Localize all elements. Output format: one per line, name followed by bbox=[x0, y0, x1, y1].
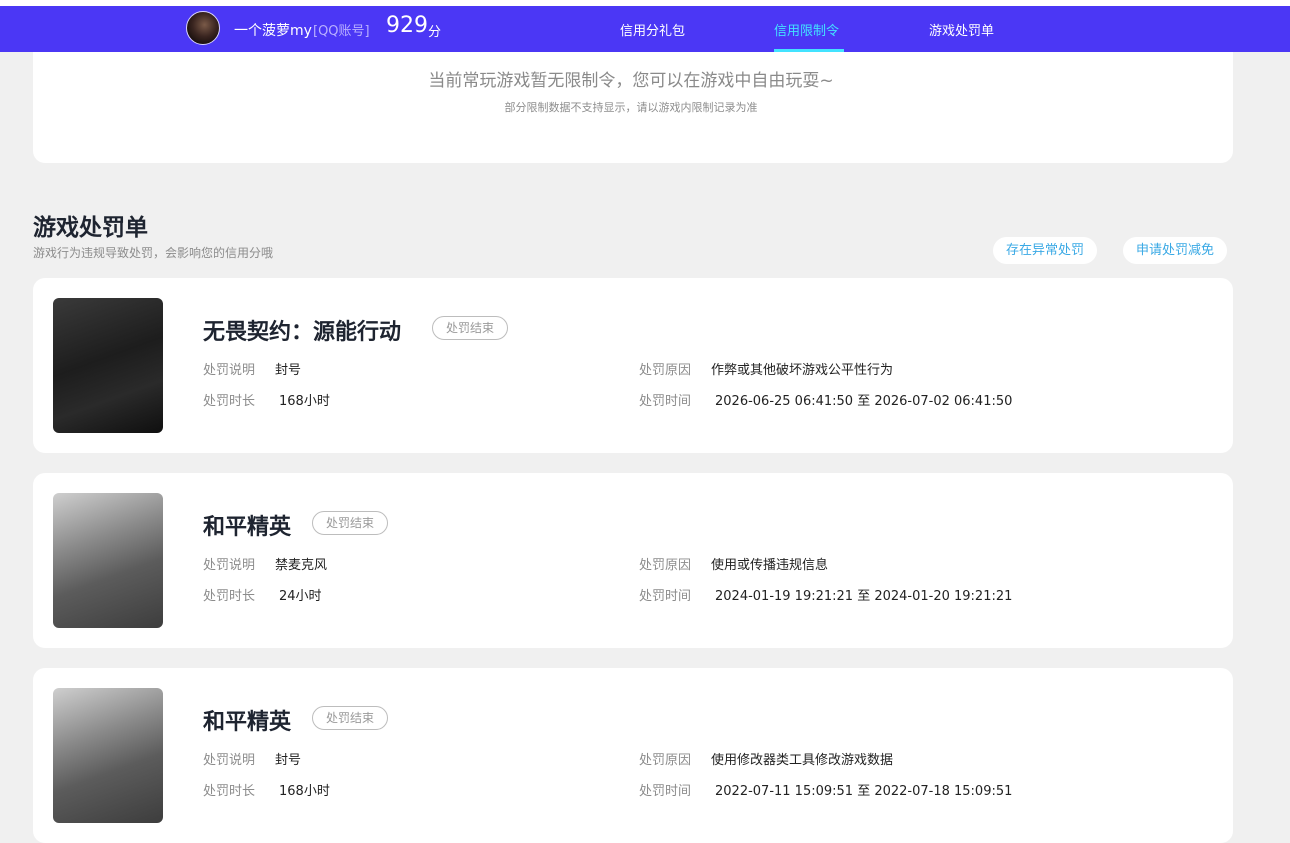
request-reduction-button[interactable]: 申请处罚减免 bbox=[1123, 237, 1228, 264]
penalty-reason-value: 使用修改器类工具修改游戏数据 bbox=[711, 753, 894, 768]
penalty-desc-label: 处罚说明 bbox=[203, 363, 256, 378]
penalty-duration-value: 24小时 bbox=[279, 589, 322, 604]
penalty-time-label: 处罚时间 bbox=[639, 394, 692, 409]
penalty-desc-value: 禁麦克风 bbox=[275, 558, 328, 573]
tab-credit-gift[interactable]: 信用分礼包 bbox=[620, 20, 685, 39]
top-nav-bar: 一个菠萝my [QQ账号] 929 分 信用分礼包 信用限制令 游戏处罚单 bbox=[0, 6, 1290, 52]
penalty-time-label: 处罚时间 bbox=[639, 784, 692, 799]
penalty-desc-value: 封号 bbox=[275, 753, 302, 768]
game-cover-image bbox=[53, 298, 163, 433]
status-badge: 处罚结束 bbox=[432, 316, 509, 340]
username: 一个菠萝my bbox=[234, 23, 312, 39]
penalty-desc-label: 处罚说明 bbox=[203, 558, 256, 573]
account-type: [QQ账号] bbox=[313, 24, 370, 39]
penalty-duration-label: 处罚时长 bbox=[203, 394, 256, 409]
penalty-duration-label: 处罚时长 bbox=[203, 784, 256, 799]
penalty-reason-value: 使用或传播违规信息 bbox=[711, 558, 829, 573]
penalty-time-label: 处罚时间 bbox=[639, 589, 692, 604]
abnormal-penalty-button[interactable]: 存在异常处罚 bbox=[993, 237, 1098, 264]
game-cover-image bbox=[53, 688, 163, 823]
penalty-card: 无畏契约：源能行动 处罚结束 处罚说明 封号 处罚时长 168小时 处罚原因 作… bbox=[33, 278, 1233, 453]
section-title: 游戏处罚单 bbox=[33, 215, 148, 241]
penalty-reason-value: 作弊或其他破坏游戏公平性行为 bbox=[711, 363, 894, 378]
penalty-duration-value: 168小时 bbox=[279, 394, 330, 409]
status-badge: 处罚结束 bbox=[312, 511, 389, 535]
game-cover-image bbox=[53, 493, 163, 628]
notice-sub-text: 部分限制数据不支持显示，请以游戏内限制记录为准 bbox=[504, 101, 758, 114]
tab-credit-restriction[interactable]: 信用限制令 bbox=[774, 20, 839, 39]
restriction-notice-card: 当前常玩游戏暂无限制令，您可以在游戏中自由玩耍~ 部分限制数据不支持显示，请以游… bbox=[33, 52, 1233, 163]
penalty-desc-value: 封号 bbox=[275, 363, 302, 378]
penalty-reason-label: 处罚原因 bbox=[639, 753, 692, 768]
notice-main-text: 当前常玩游戏暂无限制令，您可以在游戏中自由玩耍~ bbox=[428, 71, 834, 91]
credit-score-unit: 分 bbox=[428, 25, 442, 40]
penalty-card: 和平精英 处罚结束 处罚说明 禁麦克风 处罚时长 24小时 处罚原因 使用或传播… bbox=[33, 473, 1233, 648]
credit-score: 929 bbox=[386, 13, 428, 38]
status-badge: 处罚结束 bbox=[312, 706, 389, 730]
penalty-reason-label: 处罚原因 bbox=[639, 558, 692, 573]
tab-game-penalty[interactable]: 游戏处罚单 bbox=[929, 20, 994, 39]
penalty-card: 和平精英 处罚结束 处罚说明 封号 处罚时长 168小时 处罚原因 使用修改器类… bbox=[33, 668, 1233, 843]
game-name: 和平精英 bbox=[203, 515, 292, 540]
penalty-duration-value: 168小时 bbox=[279, 784, 330, 799]
section-description: 游戏行为违规导致处罚，会影响您的信用分哦 bbox=[33, 246, 274, 260]
penalty-time-value: 2024-01-19 19:21:21 至 2024-01-20 19:21:2… bbox=[715, 589, 1013, 604]
game-name: 和平精英 bbox=[203, 710, 292, 735]
user-avatar[interactable] bbox=[186, 11, 220, 45]
penalty-reason-label: 处罚原因 bbox=[639, 363, 692, 378]
penalty-time-value: 2022-07-11 15:09:51 至 2022-07-18 15:09:5… bbox=[715, 784, 1013, 799]
penalty-time-value: 2026-06-25 06:41:50 至 2026-07-02 06:41:5… bbox=[715, 394, 1013, 409]
penalty-desc-label: 处罚说明 bbox=[203, 753, 256, 768]
penalty-duration-label: 处罚时长 bbox=[203, 589, 256, 604]
game-name: 无畏契约：源能行动 bbox=[203, 320, 402, 345]
